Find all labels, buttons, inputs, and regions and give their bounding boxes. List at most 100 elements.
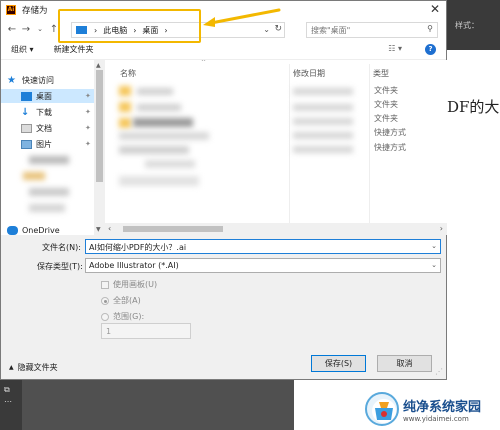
blurred-filename	[119, 176, 199, 186]
background-toolbar: 样式：	[445, 0, 500, 50]
watermark-logo-icon	[365, 392, 399, 426]
blurred-date	[293, 88, 353, 95]
sidebar-item-label: 图片	[36, 139, 52, 149]
blurred-filename	[119, 132, 209, 140]
help-icon[interactable]: ?	[425, 44, 436, 55]
sidebar-item-pictures[interactable]: 图片	[21, 137, 52, 151]
resize-grip-icon[interactable]: ⋰	[435, 367, 443, 376]
sidebar-item-label: 桌面	[36, 91, 52, 101]
annotation-highlight-box	[58, 9, 201, 43]
column-divider	[289, 64, 290, 234]
sidebar-item-desktop[interactable]: 桌面	[21, 89, 52, 103]
filetype-value: Adobe Illustrator (*.AI)	[89, 261, 179, 270]
background-doc-text: DF的大	[447, 98, 500, 116]
picture-icon	[21, 139, 32, 149]
blurred-folder-icon	[119, 102, 131, 112]
filetype-label: 保存类型(T):	[37, 262, 83, 271]
blurred-folder-icon	[119, 86, 131, 96]
watermark: 纯净系统家园 www.yidaimei.com	[365, 392, 481, 426]
filename-field[interactable]: AI如何缩小PDF的大小？.ai ⌄	[85, 239, 441, 254]
scroll-right-icon[interactable]: ›	[440, 224, 443, 233]
background-style-label: 样式：	[455, 21, 479, 30]
watermark-name: 纯净系统家园	[403, 399, 482, 415]
file-type: 快捷方式	[374, 143, 406, 152]
blurred-item	[29, 204, 65, 212]
range-input[interactable]: 1	[101, 323, 191, 339]
cloud-icon	[7, 225, 18, 235]
save-as-dialog: Ai 存储为 ✕ ← → ⌄ ↑ › 此电脑 › 桌面 › ⌄ ↻ 搜索"桌面"…	[0, 0, 447, 380]
file-list: 名称 修改日期 类型 ^ 文件夹 文件夹 文件夹 快捷方式 快捷方式	[105, 60, 447, 235]
pin-icon: ✦	[85, 124, 91, 132]
navigation-pane: ★ 快速访问 桌面 ✦ ↓ 下载 ✦ 文档 ✦ 图片 ✦ OneDrive	[1, 60, 105, 235]
chevron-down-icon[interactable]: ⌄	[431, 261, 437, 269]
filetype-select[interactable]: Adobe Illustrator (*.AI) ⌄	[85, 258, 441, 273]
scroll-left-icon[interactable]: ‹	[108, 224, 111, 233]
background-document: DF的大	[447, 50, 500, 380]
range-radio[interactable]: 范围(G):	[101, 311, 144, 322]
scrollbar-thumb[interactable]	[123, 226, 223, 232]
radio-label: 范围(G):	[113, 312, 145, 321]
sidebar-item-onedrive[interactable]: OneDrive	[7, 223, 60, 235]
blurred-filename	[145, 160, 195, 168]
column-header-date[interactable]: 修改日期	[293, 68, 325, 79]
sidebar-item-label: OneDrive	[22, 225, 60, 235]
forward-button[interactable]: →	[19, 24, 33, 35]
new-folder-button[interactable]: 新建文件夹	[54, 44, 94, 55]
file-type: 文件夹	[374, 86, 398, 95]
blurred-filename	[133, 118, 193, 127]
radio-circle	[101, 296, 109, 305]
desktop-icon	[21, 91, 32, 101]
sidebar-item-label: 快速访问	[22, 75, 54, 85]
document-icon	[21, 123, 32, 133]
column-divider	[369, 64, 370, 234]
sidebar-item-documents[interactable]: 文档	[21, 121, 52, 135]
use-artboards-checkbox[interactable]: 使用画板(U)	[101, 279, 157, 290]
search-icon: ⚲	[427, 24, 433, 33]
background-tool-icons: ⧉ ⋯	[4, 385, 12, 406]
column-header-type[interactable]: 类型	[373, 68, 389, 79]
illustrator-app-icon: Ai	[6, 4, 16, 15]
filename-value: AI如何缩小PDF的大小？.ai	[89, 243, 187, 252]
checkbox-box	[101, 280, 109, 289]
view-options-icon[interactable]: ☷ ▾	[388, 44, 402, 53]
scroll-up-icon[interactable]: ▲	[96, 62, 101, 69]
watermark-url: www.yidaimei.com	[403, 414, 469, 423]
blurred-date	[293, 146, 353, 153]
dialog-title: 存储为	[22, 5, 48, 16]
annotation-arrow-icon	[203, 8, 281, 27]
search-input[interactable]: 搜索"桌面" ⚲	[306, 22, 438, 38]
scrollbar-thumb[interactable]	[96, 70, 103, 182]
blurred-folder-icon	[119, 118, 131, 128]
background-panel	[22, 380, 294, 430]
sidebar-item-label: 文档	[36, 123, 52, 133]
pin-icon: ✦	[85, 140, 91, 148]
sort-ascending-icon: ^	[201, 60, 207, 66]
scroll-down-icon[interactable]: ▼	[96, 226, 101, 233]
column-header-name[interactable]: 名称	[120, 68, 136, 79]
organize-button[interactable]: 组织 ▾	[11, 44, 34, 55]
save-button[interactable]: 保存(S)	[311, 355, 366, 372]
blurred-date	[293, 132, 353, 139]
all-radio[interactable]: 全部(A)	[101, 295, 141, 306]
radio-label: 全部(A)	[113, 296, 141, 305]
pin-icon: ✦	[85, 108, 91, 116]
chevron-down-icon[interactable]: ⌄	[431, 242, 437, 250]
file-type: 文件夹	[374, 114, 398, 123]
navigation-scrollbar[interactable]: ▲ ▼	[94, 60, 105, 235]
recent-locations-dropdown[interactable]: ⌄	[33, 25, 47, 33]
blurred-item	[29, 188, 69, 196]
sidebar-item-quick-access[interactable]: ★ 快速访问	[7, 73, 54, 87]
hide-folders-toggle[interactable]: ▲ 隐藏文件夹	[9, 362, 58, 373]
file-type: 文件夹	[374, 100, 398, 109]
star-icon: ★	[7, 74, 16, 86]
cancel-button[interactable]: 取消	[377, 355, 432, 372]
close-button[interactable]: ✕	[430, 2, 440, 16]
sidebar-item-label: 下载	[36, 107, 52, 117]
horizontal-scrollbar[interactable]: ‹ ›	[105, 223, 447, 235]
sidebar-item-downloads[interactable]: ↓ 下载	[21, 105, 52, 119]
back-button[interactable]: ←	[5, 24, 19, 35]
filename-label: 文件名(N):	[42, 243, 81, 252]
blurred-item	[29, 156, 69, 164]
blurred-date	[293, 118, 353, 125]
blurred-filename	[137, 88, 173, 95]
